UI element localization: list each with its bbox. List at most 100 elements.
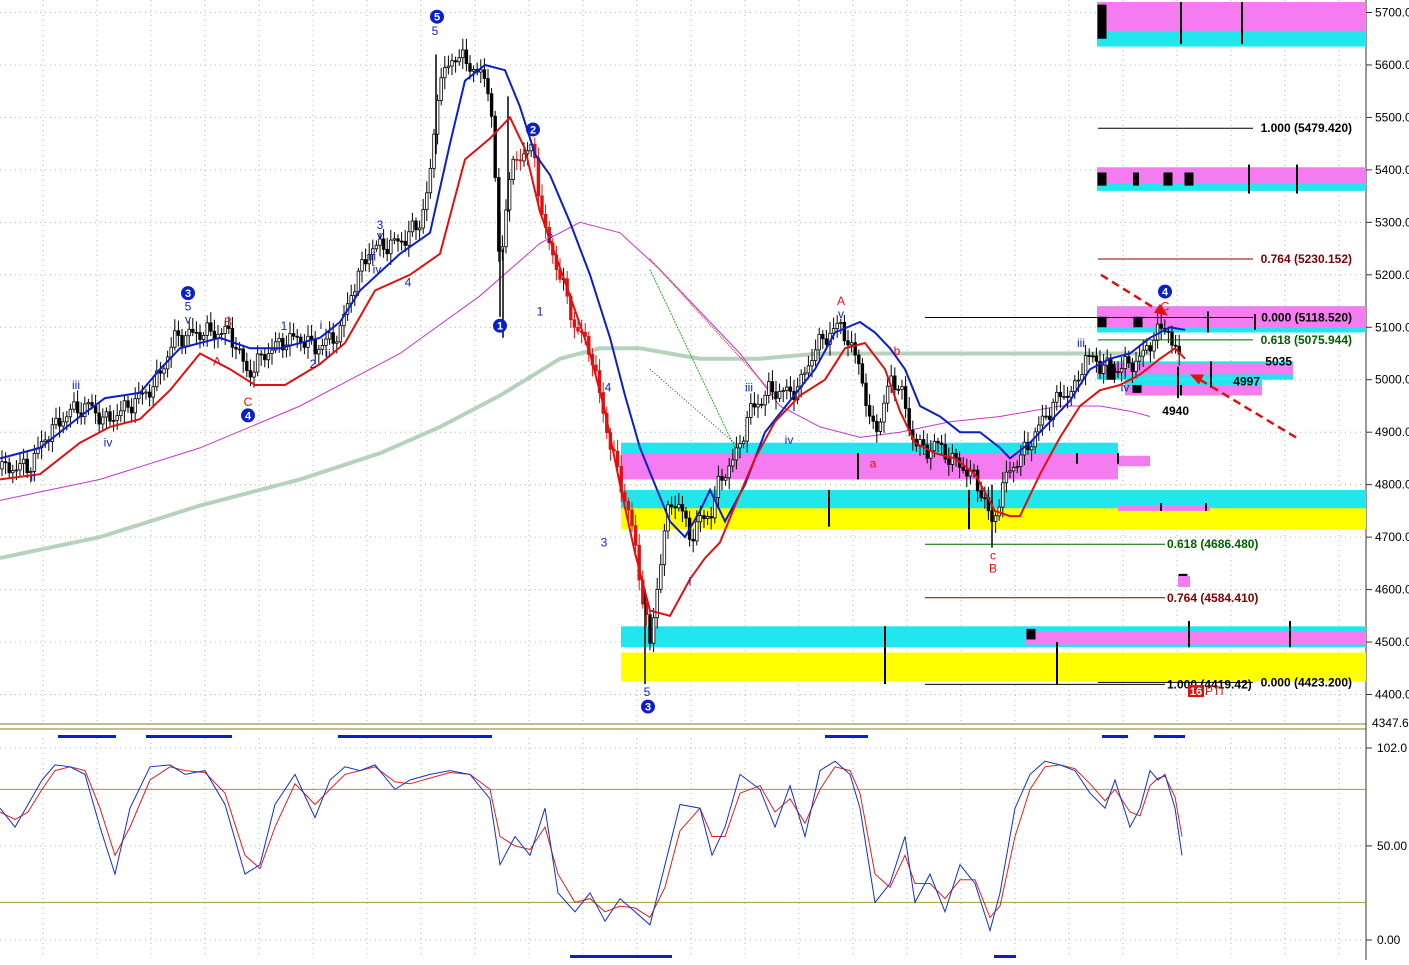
candle-body [947,458,951,465]
candle-body [414,220,418,231]
candle-body [299,336,303,343]
candle-body [1148,345,1153,352]
candle-body [698,515,703,523]
candle-body [1058,391,1063,398]
candle-body [25,458,29,474]
fib-level-label: 0.618 (4686.480) [1167,537,1258,551]
candle-body [846,340,850,346]
candle-body [335,341,339,344]
y-tick-label: 5000.00 [1375,373,1409,387]
candle-body [7,462,11,474]
zone-marker [1289,621,1291,648]
y-tick-label: 4800.00 [1375,478,1409,492]
candle-body [486,78,490,95]
candle-body [781,390,785,392]
candle-body [705,516,710,519]
pti-number: 16 [1190,686,1202,698]
wave-label: a [870,457,877,471]
candle-body [115,415,119,421]
candle-body [871,415,875,422]
wave-label: 5 [644,685,651,699]
candle-body [151,386,155,398]
candle-body [453,60,458,63]
y-tick-label: 4900.00 [1375,425,1409,439]
candle-body [684,510,688,519]
candle-body [842,321,847,342]
zone-marker [1133,316,1143,328]
candle-body [522,153,526,162]
zone-marker [1205,503,1207,511]
wave-label: 2 [310,357,317,371]
osc-tick-label: 0.00 [1377,933,1401,947]
zone-pink [1025,631,1366,645]
candle-body [176,330,181,336]
candle-body [939,442,944,445]
candle-body [320,344,325,350]
candle-body [1159,323,1163,329]
candle-body [867,405,872,417]
candle-body [821,333,825,340]
candle-body [1170,331,1174,346]
candle-body [1134,360,1138,372]
candle-body [399,240,404,243]
zone-marker [828,489,830,527]
fib-level-label: 0.764 (4584.410) [1167,591,1258,605]
wave-label: A [213,354,221,368]
candle-body [763,394,767,406]
candle-body [1119,368,1124,373]
y-tick-label: 5300.00 [1375,215,1409,229]
pti-text: PTI [1205,684,1224,698]
candle-body [410,220,415,233]
candle-body [396,238,400,242]
candle-body [277,337,281,343]
wave-label: 2 [530,124,536,136]
wave-label: iv [104,436,113,450]
candle-body [900,386,904,390]
zone-marker [1254,314,1256,330]
candle-body [576,326,580,332]
wave-label: 3 [645,702,651,714]
candle-body [65,416,69,423]
fib-level-label: 0.618 (5075.944) [1261,333,1352,347]
candle-body [180,335,184,347]
candle-body [234,347,238,350]
candle-body [1094,355,1099,362]
zone-marker [1241,2,1243,44]
candle-body [630,509,634,527]
candle-body [1004,471,1009,484]
wave-label: C [1161,299,1170,313]
osc-signal-bar [994,955,1016,958]
wave-label: i [320,318,323,332]
candle-body [727,465,731,479]
candle-body [446,65,451,68]
candle-body [659,564,663,590]
candle-body [540,195,544,215]
candle-body [972,469,976,472]
y-tick-label: 5400.00 [1375,163,1409,177]
candle-body [57,417,62,427]
candle-body [3,461,8,464]
zone-marker [1133,172,1139,186]
osc-tick-label: 50.00 [1377,839,1407,853]
candle-body [777,390,782,399]
candle-body [21,458,26,465]
candle-body [849,342,854,346]
candle-body [270,349,274,354]
candle-body [903,386,908,409]
candle-body [317,348,321,355]
candle-body [691,538,695,542]
wave-label: C [244,395,253,409]
candle-body [0,461,4,470]
candle-body [266,353,271,361]
candle-body [313,339,317,355]
y-tick-label: 4400.00 [1375,688,1409,702]
candle-body [709,516,713,519]
candle-body [353,291,357,296]
candle-body [741,440,746,445]
candle-body [205,322,209,336]
candle-body [633,525,638,546]
osc-signal-bar [1154,735,1185,738]
candle-body [921,439,926,446]
wave-label: 5 [185,299,192,313]
zone-pink [1097,2,1366,31]
